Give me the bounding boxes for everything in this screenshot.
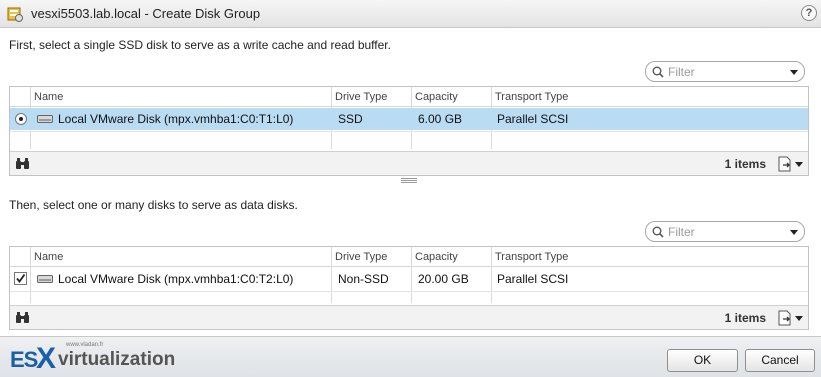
- grid-header: Name Drive Type Capacity Transport Type: [10, 87, 808, 107]
- dialog-titlebar: vesxi5503.lab.local - Create Disk Group …: [0, 0, 821, 28]
- binoculars-icon[interactable]: [15, 312, 30, 324]
- filter-placeholder: Filter: [668, 65, 695, 79]
- binoculars-icon[interactable]: [15, 158, 30, 170]
- chevron-down-icon[interactable]: [795, 316, 803, 321]
- data-instruction: Then, select one or many disks to serve …: [9, 198, 298, 212]
- drive-type: SSD: [338, 112, 363, 126]
- ssd-disk-grid: Name Drive Type Capacity Transport Type …: [9, 86, 809, 176]
- watermark-site: www.vladan.fr: [66, 342, 104, 348]
- data-filter-input[interactable]: Filter: [645, 221, 805, 242]
- table-row[interactable]: Local VMware Disk (mpx.vmhba1:C0:T1:L0) …: [10, 108, 808, 130]
- transport-type: Parallel SCSI: [497, 272, 569, 286]
- export-icon[interactable]: [778, 156, 792, 172]
- chevron-down-icon[interactable]: [790, 70, 798, 75]
- select-radio[interactable]: [15, 113, 27, 125]
- chevron-down-icon[interactable]: [795, 162, 803, 167]
- select-checkbox[interactable]: [14, 272, 27, 285]
- checkmark-icon: [16, 273, 26, 283]
- filter-placeholder: Filter: [668, 225, 695, 239]
- grid-header: Name Drive Type Capacity Transport Type: [10, 247, 808, 267]
- export-icon[interactable]: [778, 310, 792, 326]
- watermark-es: ES: [10, 347, 38, 372]
- drive-type: Non-SSD: [338, 272, 389, 286]
- cache-filter-input[interactable]: Filter: [645, 61, 805, 82]
- column-header-capacity[interactable]: Capacity: [415, 251, 458, 263]
- dialog-button-bar: www.vladan.fr ES X virtualization OK Can…: [0, 336, 821, 377]
- disk-icon: [37, 115, 53, 123]
- capacity: 6.00 GB: [418, 112, 463, 126]
- grid-footer: 1 items: [10, 305, 808, 329]
- ok-button[interactable]: OK: [667, 349, 738, 372]
- watermark-word: virtualization: [58, 349, 176, 370]
- host-icon: [7, 7, 23, 22]
- column-header-transport-type[interactable]: Transport Type: [495, 251, 568, 263]
- column-header-name[interactable]: Name: [34, 91, 63, 103]
- help-button[interactable]: ?: [801, 5, 817, 21]
- disk-name: Local VMware Disk (mpx.vmhba1:C0:T1:L0): [58, 112, 294, 126]
- column-header-capacity[interactable]: Capacity: [415, 91, 458, 103]
- item-count: 1 items: [724, 311, 766, 325]
- disk-name: Local VMware Disk (mpx.vmhba1:C0:T2:L0): [58, 272, 294, 286]
- column-header-drive-type[interactable]: Drive Type: [335, 251, 387, 263]
- cache-instruction: First, select a single SSD disk to serve…: [9, 38, 391, 52]
- empty-row: [10, 291, 808, 303]
- column-header-name[interactable]: Name: [34, 251, 63, 263]
- data-disk-grid: Name Drive Type Capacity Transport Type …: [9, 246, 809, 330]
- cancel-button[interactable]: Cancel: [745, 349, 815, 372]
- capacity: 20.00 GB: [418, 272, 469, 286]
- watermark-logo: www.vladan.fr ES X virtualization: [6, 342, 196, 375]
- table-row[interactable]: Local VMware Disk (mpx.vmhba1:C0:T2:L0) …: [10, 268, 808, 290]
- chevron-down-icon[interactable]: [790, 230, 798, 235]
- empty-row: [10, 131, 808, 149]
- transport-type: Parallel SCSI: [497, 112, 569, 126]
- column-header-transport-type[interactable]: Transport Type: [495, 91, 568, 103]
- watermark-x: X: [36, 342, 57, 375]
- splitter-handle[interactable]: [401, 178, 417, 183]
- grid-footer: 1 items: [10, 151, 808, 175]
- dialog-title: vesxi5503.lab.local - Create Disk Group: [31, 6, 261, 21]
- disk-icon: [37, 275, 53, 283]
- search-icon: [652, 66, 664, 78]
- column-header-drive-type[interactable]: Drive Type: [335, 91, 387, 103]
- search-icon: [652, 226, 664, 238]
- item-count: 1 items: [724, 157, 766, 171]
